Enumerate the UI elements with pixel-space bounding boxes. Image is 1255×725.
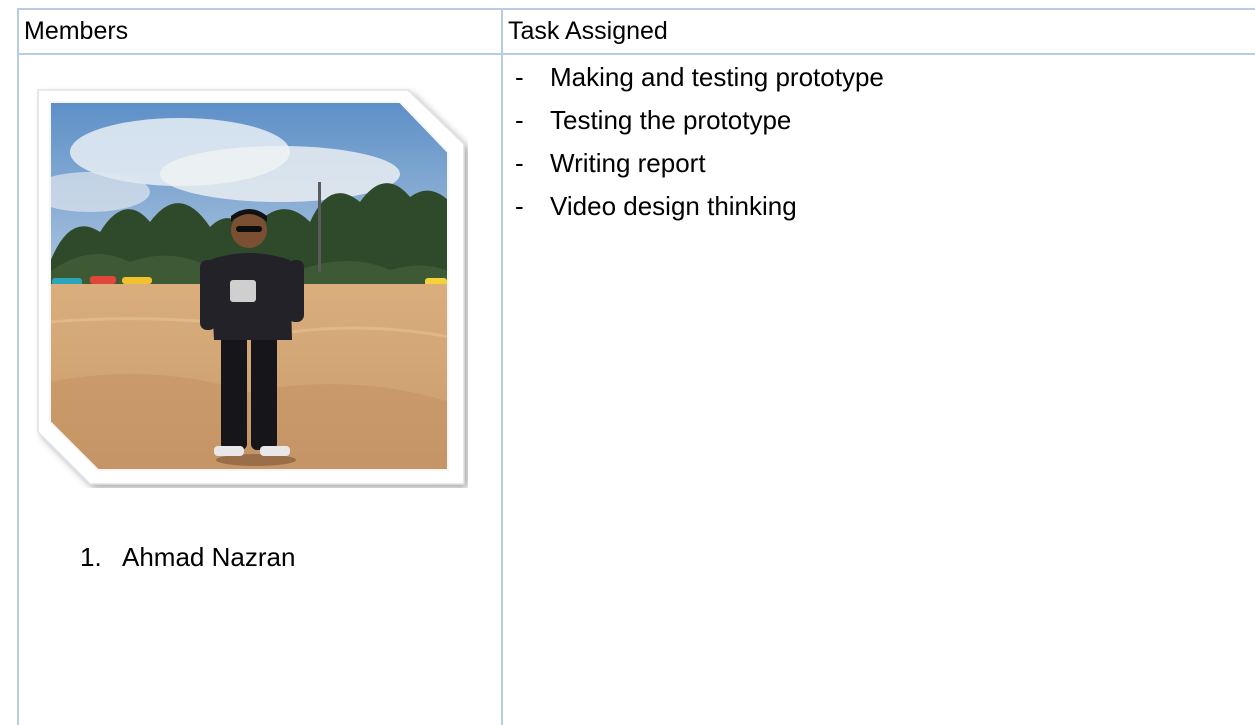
member-number: 1. — [80, 542, 102, 572]
task-label: Making and testing prototype — [550, 62, 884, 92]
task-item: - Writing report — [515, 142, 884, 185]
task-label: Testing the prototype — [550, 105, 792, 135]
task-bullet: - — [515, 62, 524, 92]
header-members: Members — [24, 17, 129, 45]
task-bullet: - — [515, 148, 524, 178]
task-label: Video design thinking — [550, 191, 797, 221]
table-top-border — [17, 8, 1255, 10]
task-bullet: - — [515, 191, 524, 221]
column-divider — [501, 8, 503, 725]
member-item: 1. Ahmad Nazran — [80, 541, 295, 573]
member-name: Ahmad Nazran — [122, 542, 296, 572]
member-photo — [30, 82, 468, 488]
task-label: Writing report — [550, 148, 706, 178]
task-item: - Testing the prototype — [515, 99, 884, 142]
task-item: - Making and testing prototype — [515, 56, 884, 99]
header-bottom-border — [17, 53, 1255, 55]
task-bullet: - — [515, 105, 524, 135]
task-item: - Video design thinking — [515, 185, 884, 228]
header-task-assigned: Task Assigned — [508, 17, 668, 45]
table-left-border — [17, 8, 19, 725]
task-list: - Making and testing prototype - Testing t… — [515, 56, 884, 228]
members-task-table: Members Task Assigned 1. Ahmad Nazran - … — [0, 0, 1255, 725]
